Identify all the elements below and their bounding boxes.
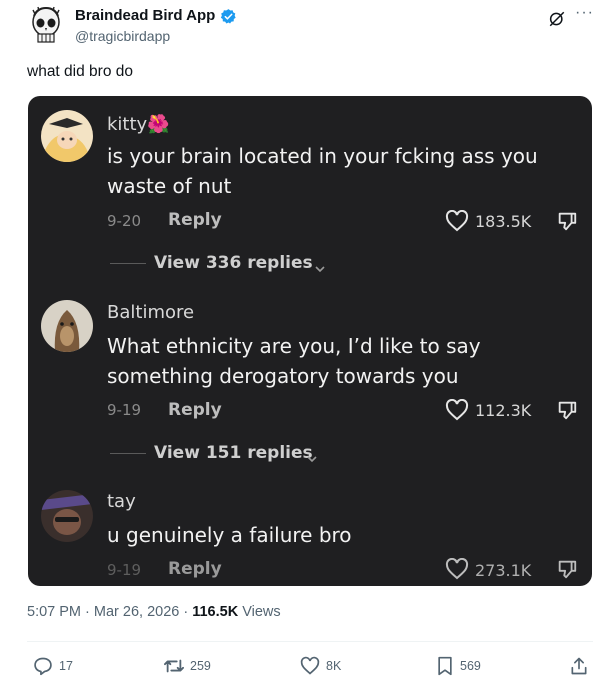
comment-username: Baltimore [107, 302, 195, 323]
bookmark-icon [438, 656, 452, 676]
view-replies-link: View 336 replies [154, 253, 313, 273]
comment-like-count: 273.1K [475, 561, 532, 580]
tweet-timestamp[interactable]: 5:07 PM · Mar 26, 2026 · [27, 604, 192, 620]
grok-icon[interactable] [548, 10, 566, 28]
reply-button[interactable]: 17 [33, 656, 83, 676]
divider [27, 641, 593, 642]
heart-icon [445, 398, 469, 421]
divider-line [110, 263, 146, 264]
view-replies-link: View 151 replies [154, 443, 313, 463]
chevron-down-icon [314, 259, 326, 278]
dislike-icon [556, 399, 578, 421]
comment-text: is your brain located in your fcking ass… [107, 144, 538, 198]
heart-icon [300, 656, 320, 675]
like-button[interactable]: 8K [300, 656, 350, 676]
tweet-meta: 5:07 PM · Mar 26, 2026 · 116.5K Views [27, 604, 281, 620]
repost-count: 259 [190, 659, 211, 673]
comment-username: tay [107, 491, 136, 512]
reply-icon [34, 657, 52, 676]
user-handle[interactable]: @tragicbirdapp [75, 28, 170, 44]
heart-icon [445, 209, 469, 232]
repost-icon [164, 659, 184, 673]
dislike-icon [556, 558, 578, 580]
views-label: Views [238, 604, 281, 620]
comment-text: u genuinely a failure bro [107, 523, 352, 547]
skull-avatar-icon [32, 6, 60, 43]
reply-count: 17 [59, 659, 73, 673]
tweet-media-image[interactable]: kitty🌺 is your brain located in your fck… [28, 96, 592, 586]
dislike-icon [556, 210, 578, 232]
profile-avatar[interactable] [29, 6, 63, 46]
comment-like-count: 183.5K [475, 212, 532, 231]
repost-button[interactable]: 259 [163, 656, 223, 676]
divider-line [110, 453, 146, 454]
bookmark-button[interactable]: 569 [436, 656, 486, 676]
verified-badge-icon [220, 8, 237, 25]
bookmark-count: 569 [460, 659, 481, 673]
tweet: Braindead Bird App @tragicbirdapp ··· wh… [0, 0, 616, 682]
comment-date: 9-20 [107, 212, 142, 230]
comment-username: kitty🌺 [107, 114, 170, 135]
tweet-text: what did bro do [27, 63, 133, 80]
display-name[interactable]: Braindead Bird App [75, 7, 215, 24]
share-icon [571, 657, 587, 675]
views-count: 116.5K [192, 604, 239, 620]
comment-avatar [41, 110, 93, 162]
comment-reply-button: Reply [168, 559, 222, 579]
more-options-button[interactable]: ··· [575, 4, 594, 22]
comment-reply-button: Reply [168, 210, 222, 230]
comment-reply-button: Reply [168, 400, 222, 420]
chevron-down-icon [306, 449, 318, 468]
share-button[interactable] [569, 656, 591, 676]
like-count: 8K [326, 659, 342, 673]
comment-avatar [41, 300, 93, 352]
comment-text: What ethnicity are you, I’d like to say … [107, 334, 481, 388]
comment-avatar [41, 490, 93, 542]
heart-icon [445, 557, 469, 580]
comment-like-count: 112.3K [475, 401, 532, 420]
comment-date: 9-19 [107, 401, 142, 419]
comment-date: 9-19 [107, 561, 142, 579]
